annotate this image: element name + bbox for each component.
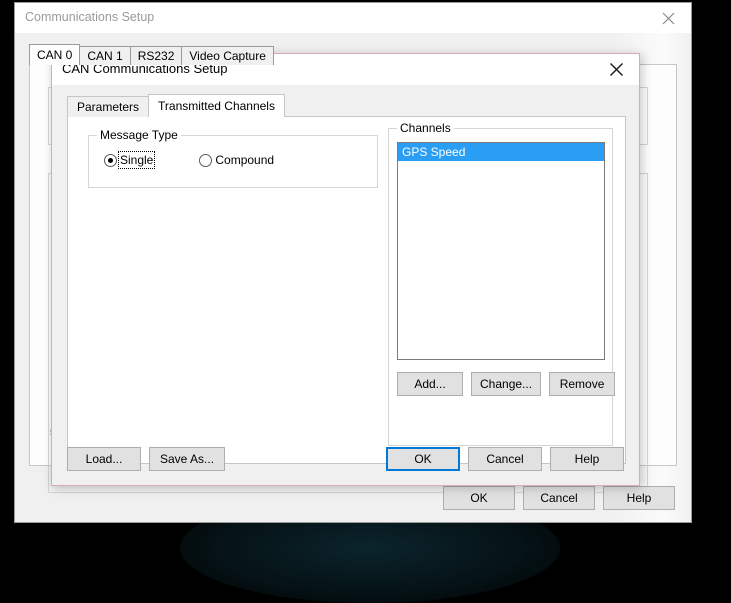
can-communications-setup-dialog: CAN Communications Setup Parameters Tran… — [51, 53, 640, 486]
list-item[interactable]: GPS Speed — [398, 143, 604, 161]
tab-can-1[interactable]: CAN 1 — [79, 46, 131, 65]
close-icon[interactable] — [645, 3, 691, 33]
save-as-button[interactable]: Save As... — [149, 447, 226, 471]
load-button[interactable]: Load... — [67, 447, 141, 471]
radio-compound-label: Compound — [215, 153, 275, 167]
background-window-footer: OK Cancel Help — [443, 486, 675, 510]
remove-button[interactable]: Remove — [549, 372, 616, 396]
channels-group: Channels GPS Speed Add... Change... Remo… — [388, 121, 616, 446]
background-ok-button[interactable]: OK — [443, 486, 515, 510]
background-window-titlebar: Communications Setup — [15, 3, 691, 33]
dialog-footer-right: OK Cancel Help — [386, 447, 624, 471]
tab-rs232[interactable]: RS232 — [129, 46, 183, 65]
dialog-tab-strip: Parameters Transmitted Channels — [67, 94, 285, 117]
background-tab-strip: CAN 0 CAN 1 RS232 Video Capture — [29, 44, 274, 65]
tab-transmitted-channels[interactable]: Transmitted Channels — [148, 94, 285, 117]
background-help-button[interactable]: Help — [603, 486, 675, 510]
tab-parameters[interactable]: Parameters — [67, 96, 150, 117]
radio-dot-icon — [199, 153, 213, 167]
message-type-radio-row: Single Compound — [104, 151, 274, 169]
message-type-legend: Message Type — [97, 128, 181, 142]
tab-can-0[interactable]: CAN 0 — [29, 44, 81, 65]
change-button[interactable]: Change... — [471, 372, 542, 396]
cancel-button[interactable]: Cancel — [468, 447, 542, 471]
add-button[interactable]: Add... — [397, 372, 463, 396]
tab-video-capture[interactable]: Video Capture — [181, 46, 274, 65]
radio-compound[interactable]: Compound — [199, 153, 274, 167]
dialog-tab-page: Message Type Single Compound Channels GP… — [67, 116, 626, 464]
radio-dot-icon — [104, 153, 117, 167]
dialog-footer-left: Load... Save As... — [67, 447, 226, 471]
background-cancel-button[interactable]: Cancel — [523, 486, 595, 510]
close-icon[interactable] — [593, 54, 639, 84]
channels-listbox[interactable]: GPS Speed — [397, 142, 605, 360]
background-window-title: Communications Setup — [25, 10, 155, 24]
channels-legend: Channels — [397, 121, 454, 135]
dialog-body: Parameters Transmitted Channels Message … — [52, 85, 639, 485]
radio-single-label: Single — [117, 151, 156, 169]
radio-single[interactable]: Single — [104, 151, 156, 169]
help-button[interactable]: Help — [550, 447, 624, 471]
ok-button[interactable]: OK — [386, 447, 460, 471]
channel-action-buttons: Add... Change... Remove — [397, 372, 616, 396]
message-type-group: Message Type Single Compound — [88, 128, 378, 188]
